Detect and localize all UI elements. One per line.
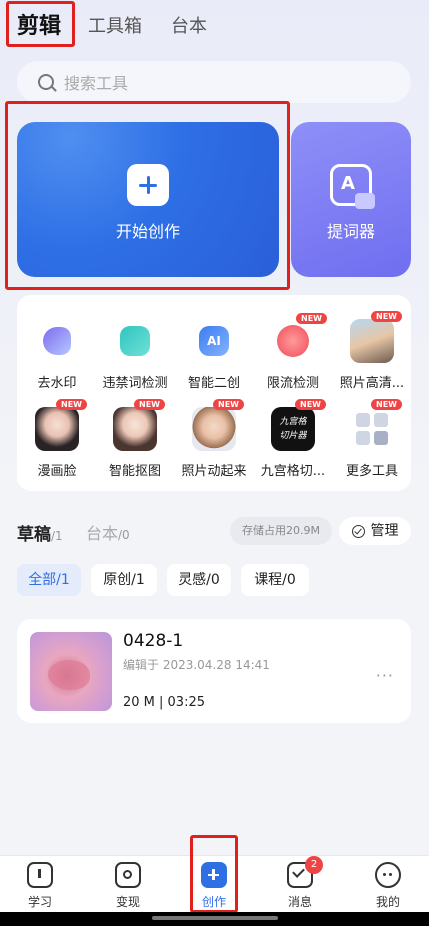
nav-profile-label: 我的 [375,895,400,909]
tool-grid-cut[interactable]: 九宫格 切片器 NEW 九宫格切... [254,399,332,479]
tool-banned-word-check[interactable]: 违禁词检测 [96,319,174,391]
draft-edited-time: 编辑于 2023.04.28 14:41 [123,658,270,672]
nav-monetize[interactable]: 变现 [98,862,158,910]
cutout-icon: NEW [113,399,165,451]
tool-animate-photo[interactable]: NEW 照片动起来 [175,399,253,479]
tab-scripts-count: /0 [118,528,130,542]
book-icon [27,862,53,888]
tool-label: 照片高清... [339,376,405,391]
storage-usage: 存储占用20.9M [230,517,332,545]
filter-original[interactable]: 原创/1 [91,564,157,596]
new-badge: NEW [371,311,402,322]
animate-photo-icon: NEW [192,399,244,451]
manage-button[interactable]: 管理 [339,517,411,545]
prompter-label: 提词器 [326,222,375,241]
nav-messages[interactable]: 2 消息 [270,856,330,910]
bottom-nav: 学习 变现 创作 2 消息 我的 [0,855,429,912]
new-badge: NEW [213,399,244,410]
new-badge: NEW [296,313,327,324]
tool-label: 去水印 [37,376,77,391]
draft-item[interactable]: 0428-1 编辑于 2023.04.28 14:41 20 M | 03:25… [17,619,411,723]
tool-label: 智能抠图 [108,464,161,479]
nav-monetize-label: 变现 [115,895,140,909]
ai-icon: AI [199,326,229,356]
tab-drafts-count: /1 [51,529,63,543]
tab-toolbox[interactable]: 工具箱 [88,12,142,38]
tool-smart-cutout[interactable]: NEW 智能抠图 [96,399,174,479]
start-create-label: 开始创作 [115,222,180,241]
tab-drafts[interactable]: 草稿/1 [17,520,63,545]
prompter-icon: A [330,164,375,209]
nav-create[interactable]: 创作 [184,862,244,910]
plus-icon [127,164,169,206]
create-icon [201,862,227,888]
nav-create-label: 创作 [201,895,226,909]
tab-scripts[interactable]: 台本/0 [86,520,130,544]
tools-grid: 去水印 违禁词检测 AI 智能二创 NEW 限流检测 NEW 照片高清... N… [17,295,411,491]
tool-smart-recreate[interactable]: AI 智能二创 [175,319,253,391]
tool-label: 九宫格切... [260,464,326,479]
search-bar[interactable]: 搜索工具 [17,61,411,103]
tool-label: 智能二创 [187,376,240,391]
tab-script[interactable]: 台本 [171,12,207,38]
text-check-icon [120,326,150,356]
prompter-button[interactable]: A 提词器 [291,122,411,277]
filter-all[interactable]: 全部/1 [17,564,81,596]
message-icon: 2 [287,856,323,888]
profile-icon [375,862,401,888]
tool-label: 照片动起来 [181,464,247,479]
comic-face-icon: NEW [35,399,87,451]
nav-learn-label: 学习 [27,895,52,909]
new-badge: NEW [56,399,87,410]
tool-more-tools[interactable]: NEW 更多工具 [333,399,411,479]
tool-label: 限流检测 [266,376,319,391]
tab-edit[interactable]: 剪辑 [17,8,61,40]
tool-photo-hd[interactable]: NEW 照片高清... [333,311,411,391]
tool-label: 违禁词检测 [102,376,168,391]
draft-title: 0428-1 [123,631,184,651]
nav-profile[interactable]: 我的 [358,862,418,910]
tool-remove-watermark[interactable]: 去水印 [18,319,96,391]
start-create-button[interactable]: 开始创作 [17,122,279,277]
tool-comic-face[interactable]: NEW 漫画脸 [18,399,96,479]
manage-label: 管理 [370,523,399,539]
search-placeholder: 搜索工具 [64,74,129,93]
more-icon[interactable]: ··· [376,666,394,685]
nav-learn[interactable]: 学习 [10,862,70,910]
grid-cut-icon: 九宫格 切片器 [271,407,315,451]
filter-chips: 全部/1 原创/1 灵感/0 课程/0 [17,564,411,596]
nav-messages-label: 消息 [287,895,312,909]
tool-limit-check[interactable]: NEW 限流检测 [254,313,332,391]
new-badge: NEW [371,399,402,410]
message-badge: 2 [305,856,323,874]
home-indicator[interactable] [152,916,278,920]
tool-label: 更多工具 [345,464,398,479]
tab-scripts-label: 台本 [86,524,119,543]
monetize-icon [115,862,141,888]
filter-course[interactable]: 课程/0 [241,564,309,596]
new-badge: NEW [134,399,165,410]
system-navigation-bar [0,912,429,926]
draft-thumbnail [30,632,112,711]
filter-inspiration[interactable]: 灵感/0 [167,564,231,596]
eraser-icon [43,327,71,355]
draft-meta: 20 M | 03:25 [123,695,205,710]
top-tabs: 剪辑 工具箱 台本 [0,0,429,52]
photo-hd-icon: NEW [350,311,402,363]
drafts-header: 草稿/1 台本/0 存储占用20.9M 管理 [17,517,411,547]
check-circle-icon [351,524,365,538]
more-tools-icon: NEW [350,399,402,451]
search-icon [38,74,54,90]
tool-label: 漫画脸 [37,464,77,479]
tab-drafts-label: 草稿 [17,525,51,545]
new-badge: NEW [295,399,326,410]
limit-check-icon: NEW [277,313,327,357]
